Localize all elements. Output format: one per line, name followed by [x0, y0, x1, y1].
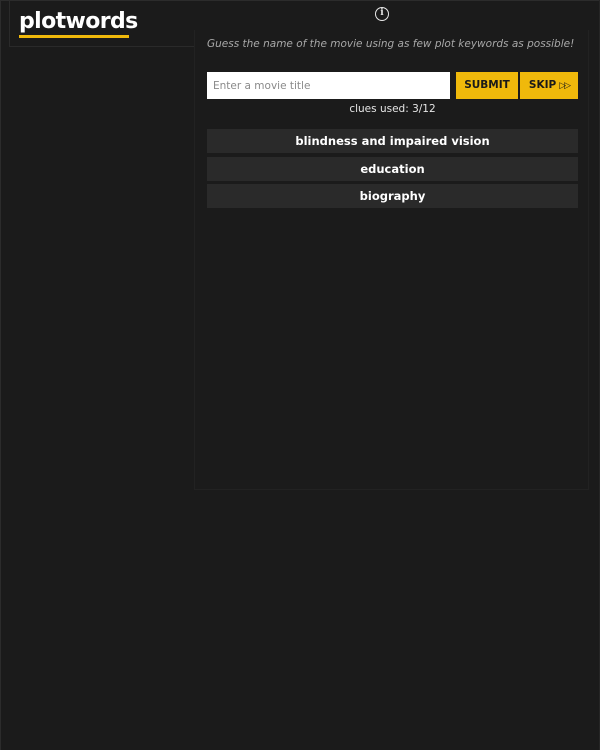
- fast-forward-icon: ▷▷: [559, 81, 571, 91]
- clues-used-counter: clues used: 3/12: [349, 103, 436, 115]
- frame-left-edge: [0, 0, 1, 750]
- movie-title-input[interactable]: [207, 72, 450, 99]
- instructions-text: Guess the name of the movie using as few…: [207, 38, 575, 50]
- clue-list: blindness and impaired vision education …: [207, 129, 578, 212]
- clue-item: blindness and impaired vision: [207, 129, 578, 153]
- submit-button[interactable]: SUBMIT: [456, 72, 518, 99]
- skip-label: SKIP: [528, 79, 557, 91]
- clue-item: education: [207, 156, 578, 181]
- logo-underline: [19, 35, 129, 38]
- clue-item: biography: [207, 184, 578, 208]
- skip-button[interactable]: SKIP ▷▷: [520, 72, 578, 99]
- info-icon[interactable]: i: [375, 7, 389, 21]
- logo[interactable]: plotwords: [19, 9, 138, 35]
